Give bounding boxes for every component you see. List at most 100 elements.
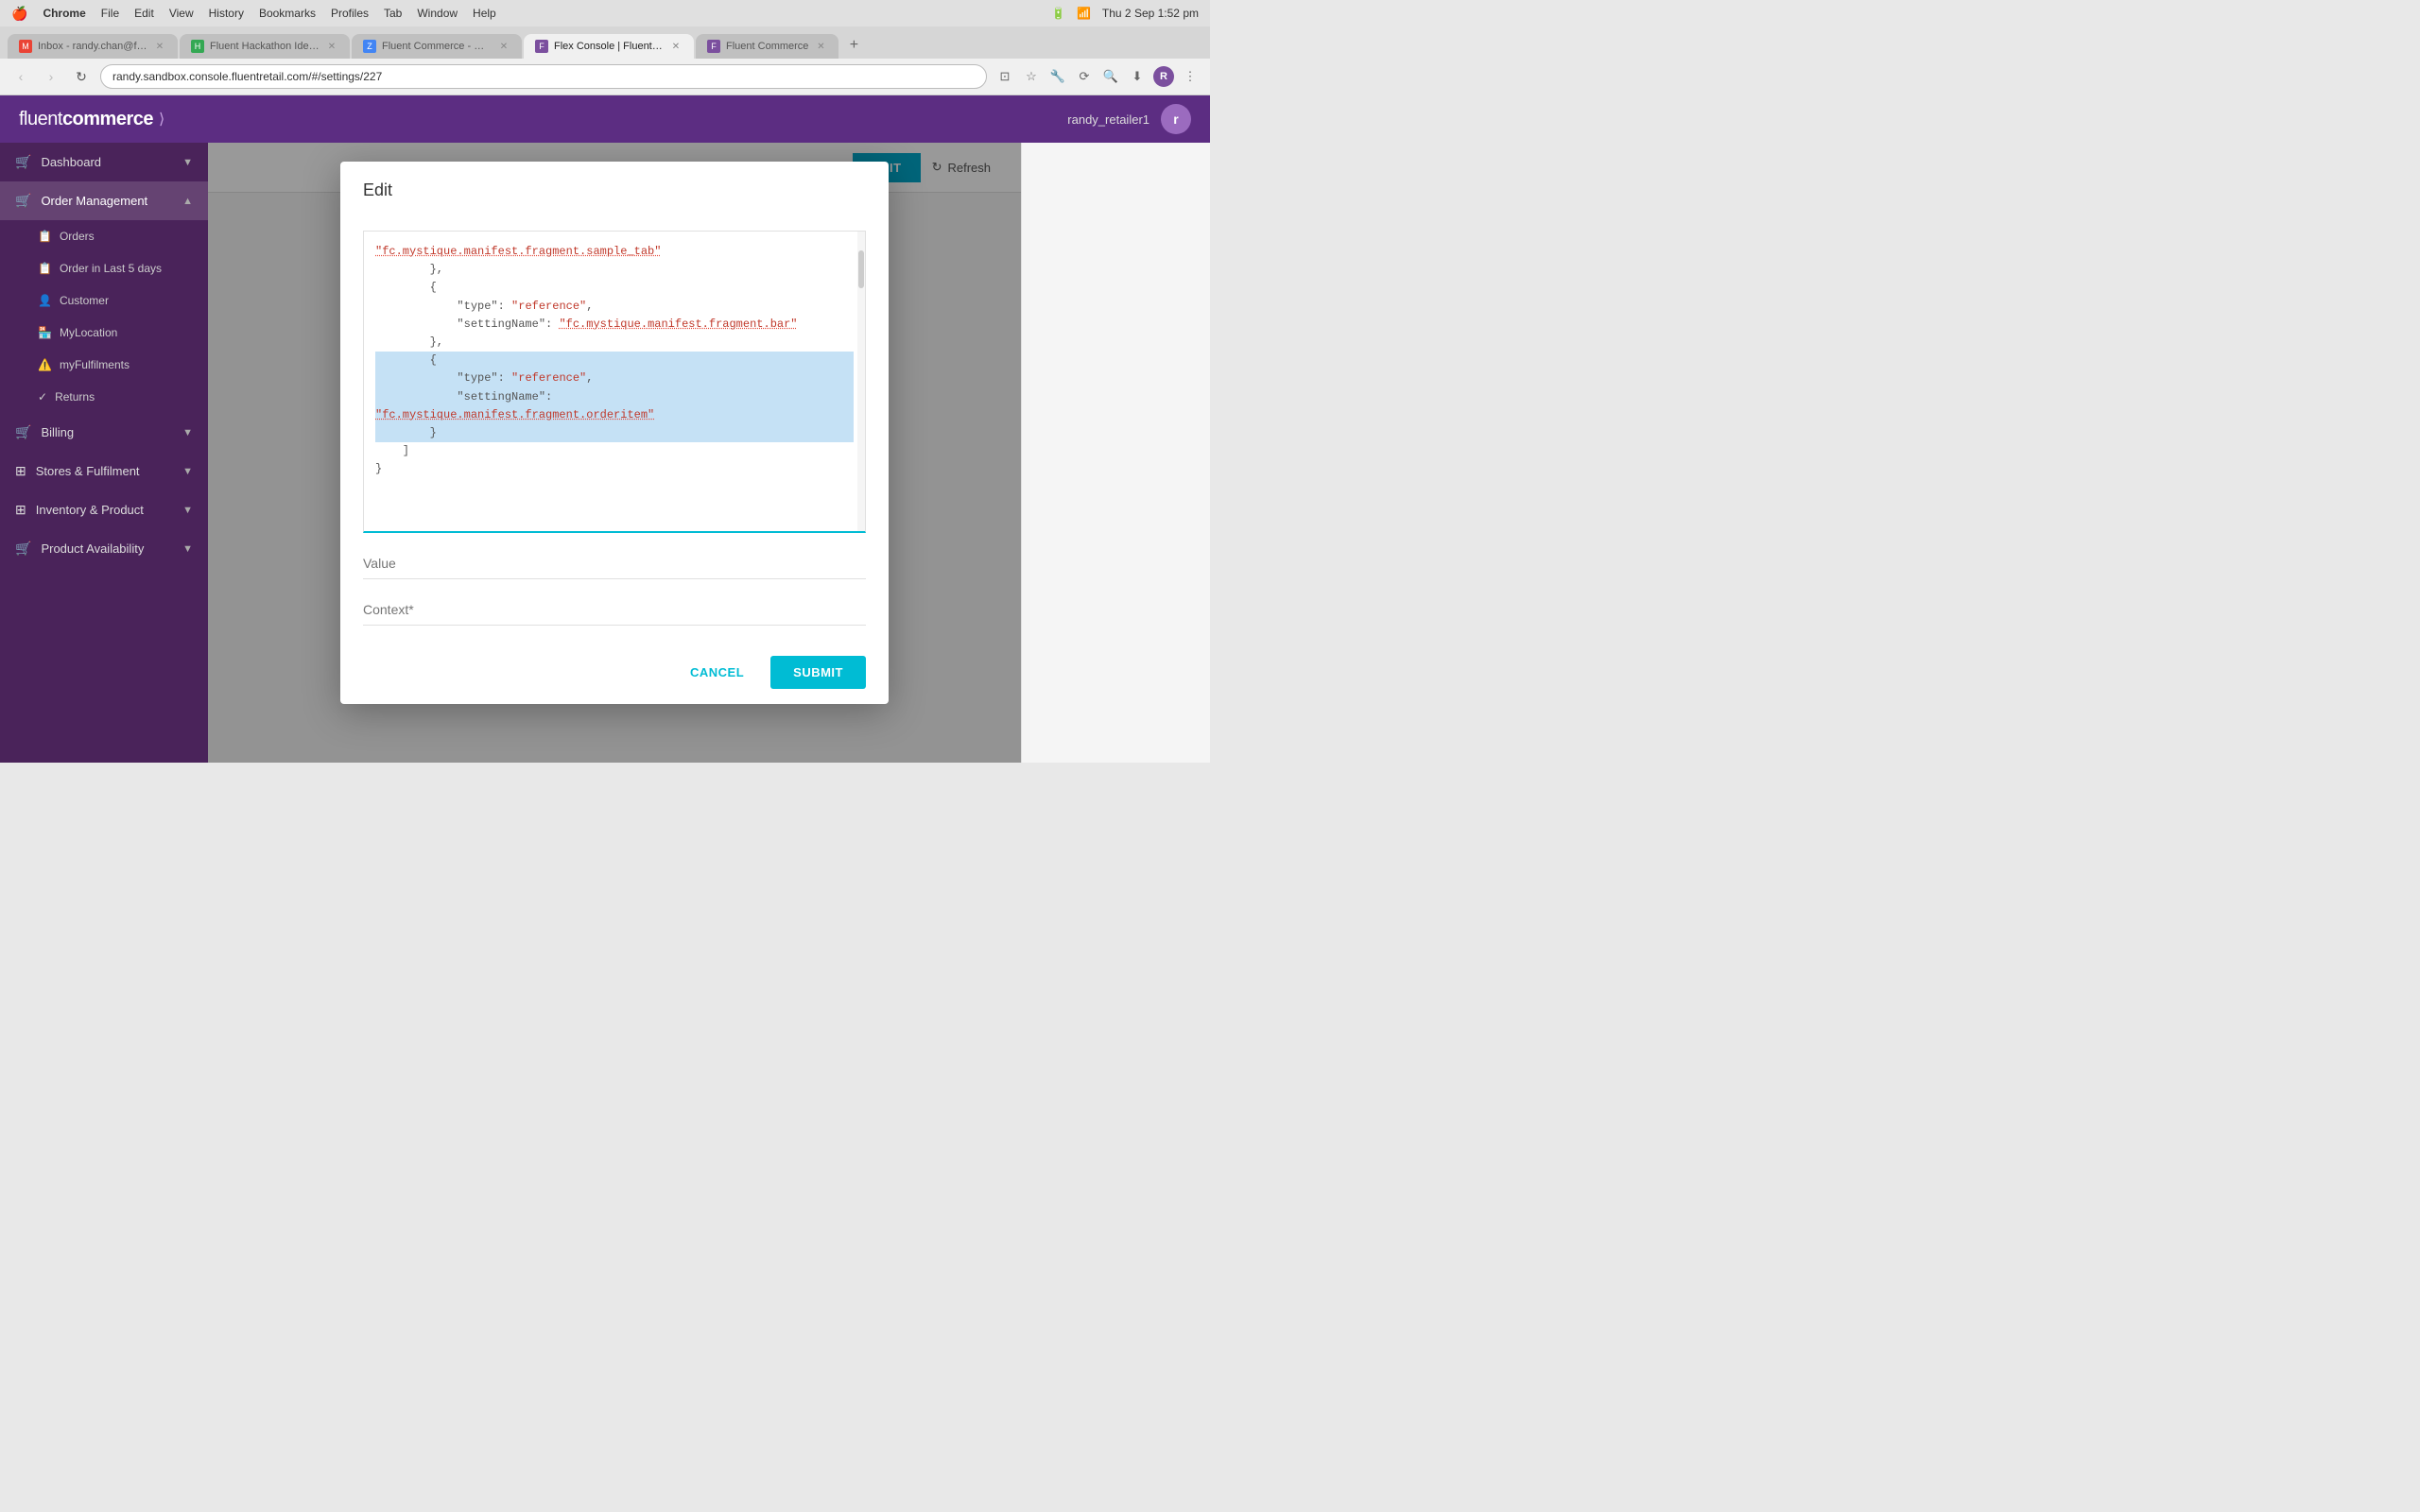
apple-logo: 🍎 [11,6,27,22]
scrollbar-thumb [858,250,864,288]
menu-icon[interactable]: ⋮ [1180,66,1201,87]
inventory-product-icon: ⊞ [15,502,26,518]
menu-chrome[interactable]: Chrome [43,7,85,20]
sidebar-item-order-management[interactable]: 🛒 Order Management ▲ [0,181,208,220]
sidebar-item-dashboard[interactable]: 🛒 Dashboard ▼ [0,143,208,181]
sidebar-item-orders[interactable]: 📋 Orders [0,220,208,252]
avatar[interactable]: r [1161,104,1191,134]
modal-footer: CANCEL SUBMIT [340,641,889,704]
sidebar-item-product-availability[interactable]: 🛒 Product Availability ▼ [0,529,208,568]
sidebar-item-customer[interactable]: 👤 Customer [0,284,208,317]
screen-cast-icon[interactable]: ⊡ [994,66,1015,87]
main-content: 🛒 Dashboard ▼ 🛒 Order Management ▲ 📋 Ord… [0,143,1210,763]
page-content: EDIT ↻ Refresh Edit "fc.mystiqu [208,143,1021,763]
reload-button[interactable]: ↻ [70,65,93,88]
header-username: randy_retailer1 [1067,112,1150,127]
cancel-button[interactable]: CANCEL [675,656,759,689]
code-line-13: } [375,460,854,478]
sidebar-item-orders-last5[interactable]: 📋 Order in Last 5 days [0,252,208,284]
user-profile-nav[interactable]: R [1153,66,1174,87]
menu-history[interactable]: History [209,7,244,20]
back-button[interactable]: ‹ [9,65,32,88]
sidebar-item-myfulfilments[interactable]: ⚠️ myFulfilments [0,349,208,381]
order-management-icon: 🛒 [15,193,31,209]
forward-button[interactable]: › [40,65,62,88]
code-line-8: "type": "reference", [375,369,854,387]
code-line-3: { [375,279,854,297]
context-input[interactable] [363,594,866,626]
sidebar-item-returns[interactable]: ✓ Returns [0,381,208,413]
returns-icon: ✓ [38,390,47,404]
menu-tab[interactable]: Tab [384,7,402,20]
modal-body: "fc.mystique.manifest.fragment.sample_ta… [340,215,889,641]
stores-fulfilment-chevron: ▼ [182,466,193,477]
mylocation-icon: 🏪 [38,326,52,339]
address-bar[interactable]: randy.sandbox.console.fluentretail.com/#… [100,64,987,89]
tab-flex[interactable]: F Flex Console | Fluent Com... ✕ [524,34,694,59]
tab-hackathon-close[interactable]: ✕ [325,40,338,53]
fluent2-favicon: F [707,40,720,53]
sidebar-label-mylocation: MyLocation [60,326,117,339]
app-container: fluentcommerce ⟩ randy_retailer1 r 🛒 Das… [0,95,1210,763]
value-input[interactable] [363,548,866,579]
sidebar-item-mylocation[interactable]: 🏪 MyLocation [0,317,208,349]
tab-fluent2-close[interactable]: ✕ [814,40,827,53]
gmail-favicon: M [19,40,32,53]
menu-bookmarks[interactable]: Bookmarks [259,7,316,20]
menu-window[interactable]: Window [417,7,458,20]
nav-icons: ⊡ ☆ 🔧 ⟳ 🔍 ⬇ R ⋮ [994,66,1201,87]
sidebar-item-stores-fulfilment[interactable]: ⊞ Stores & Fulfilment ▼ [0,452,208,490]
hackathon-favicon: H [191,40,204,53]
menu-edit[interactable]: Edit [134,7,154,20]
tab-flex-close[interactable]: ✕ [669,40,683,53]
tab-gmail[interactable]: M Inbox - randy.chan@fluen... ✕ [8,34,178,59]
calendar-favicon: Z [363,40,376,53]
logo-light: fluentcommerce [19,109,153,130]
code-string-2: "fc.mystique.manifest.fragment.bar" [559,318,797,331]
billing-chevron: ▼ [182,427,193,438]
mac-topbar: 🍎 Chrome File Edit View History Bookmark… [0,0,1210,26]
customer-icon: 👤 [38,294,52,307]
myfulfilments-icon: ⚠️ [38,358,52,371]
modal-overlay: Edit "fc.mystique.manifest.fragment.samp… [208,143,1021,763]
code-line-2: }, [375,261,854,279]
menu-help[interactable]: Help [473,7,496,20]
modal-title: Edit [363,180,866,200]
menu-file[interactable]: File [101,7,119,20]
tab-gmail-label: Inbox - randy.chan@fluen... [38,41,147,52]
code-line-4: "type": "reference", [375,298,854,316]
code-line-5: "settingName": "fc.mystique.manifest.fra… [375,316,854,334]
sidebar-item-billing[interactable]: 🛒 Billing ▼ [0,413,208,452]
mac-status-bar: 🔋 📶 Thu 2 Sep 1:52 pm [1051,7,1199,20]
download-icon[interactable]: ⬇ [1127,66,1148,87]
tab-calendar-close[interactable]: ✕ [497,40,510,53]
logo-arrow-icon: ⟩ [159,110,164,129]
sync-icon[interactable]: ⟳ [1074,66,1095,87]
edit-modal: Edit "fc.mystique.manifest.fragment.samp… [340,162,889,704]
tab-fluent2[interactable]: F Fluent Commerce ✕ [696,34,838,59]
stores-fulfilment-icon: ⊞ [15,463,26,479]
search-icon[interactable]: 🔍 [1100,66,1121,87]
wifi-icon: 📶 [1077,7,1091,20]
new-tab-button[interactable]: + [840,32,867,59]
sidebar-item-inventory-product[interactable]: ⊞ Inventory & Product ▼ [0,490,208,529]
bookmark-icon[interactable]: ☆ [1021,66,1042,87]
tab-fluent2-label: Fluent Commerce [726,41,808,52]
sidebar-label-billing: Billing [41,425,74,439]
orders-last5-icon: 📋 [38,262,52,275]
tab-calendar[interactable]: Z Fluent Commerce - Calen... ✕ [352,34,522,59]
inventory-product-chevron: ▼ [182,505,193,516]
editor-scrollbar[interactable] [857,232,865,531]
tab-gmail-close[interactable]: ✕ [153,40,166,53]
code-editor[interactable]: "fc.mystique.manifest.fragment.sample_ta… [363,231,866,533]
dashboard-chevron: ▼ [182,157,193,168]
extension-icon[interactable]: 🔧 [1047,66,1068,87]
submit-button[interactable]: SUBMIT [770,656,866,689]
menu-view[interactable]: View [169,7,194,20]
app-logo: fluentcommerce ⟩ [19,109,164,130]
menu-profiles[interactable]: Profiles [331,7,369,20]
clock: Thu 2 Sep 1:52 pm [1102,7,1199,20]
tab-hackathon[interactable]: H Fluent Hackathon Ideas &... ✕ [180,34,350,59]
sidebar-label-myfulfilments: myFulfilments [60,358,130,371]
sidebar-label-dashboard: Dashboard [41,155,101,169]
